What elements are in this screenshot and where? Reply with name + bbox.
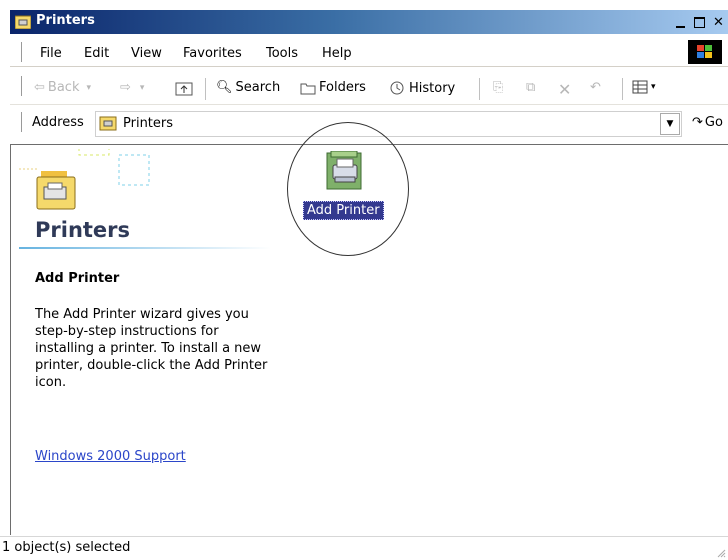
panel-divider [19,247,271,249]
forward-arrow-icon: ⇨ [120,80,131,95]
undo-icon: ↶ [590,80,601,95]
search-icon: 🔍︎ [216,80,233,95]
printers-folder-icon [99,116,117,131]
menu-file[interactable]: File [40,46,62,61]
go-button[interactable]: ↷ Go [692,115,723,130]
folders-label: Folders [319,80,366,95]
undo-button[interactable]: ↶ [590,80,601,95]
title-bar[interactable]: Printers ✕ [10,10,728,34]
printers-folder-icon [19,149,150,210]
address-input[interactable]: Printers ▼ [95,111,682,137]
address-label: Address [32,115,84,130]
resize-grip-icon[interactable] [716,548,726,558]
toolbar-separator [479,78,481,100]
add-printer-label[interactable]: Add Printer [303,201,384,220]
printers-folder-icon [15,15,31,29]
windows-logo [688,40,722,64]
forward-button[interactable]: ⇨ ▾ [120,80,144,95]
move-to-icon: ⎘ [493,80,504,95]
folders-button[interactable]: Folders [300,80,366,95]
up-button[interactable] [175,80,193,96]
search-button[interactable]: 🔍︎ Search [216,80,280,95]
explorer-window: Printers ✕ File Edit View Favorites Tool… [0,0,728,560]
back-label: Back [47,80,80,95]
delete-button[interactable]: ✕ [558,80,571,99]
close-button[interactable]: ✕ [709,12,728,32]
menu-bar: File Edit View Favorites Tools Help [10,38,728,67]
history-label: History [409,80,456,96]
history-icon [390,81,404,95]
menu-view[interactable]: View [131,46,162,61]
windows-flag-icon [697,45,712,58]
minimize-icon [676,17,685,28]
menu-tools[interactable]: Tools [266,46,298,61]
forward-dropdown-icon: ▾ [139,82,145,93]
copy-to-icon: ⧉ [526,80,536,95]
address-grip[interactable] [18,112,22,132]
maximize-button[interactable] [690,12,709,32]
back-dropdown-icon: ▾ [86,82,91,93]
back-arrow-icon: ⇦ [34,80,45,95]
status-text: 1 object(s) selected [2,540,131,555]
chevron-down-icon: ▼ [666,119,674,129]
search-label: Search [235,80,281,95]
address-value: Printers [123,116,174,131]
views-icon [632,80,648,94]
views-dropdown-icon: ▾ [651,82,656,92]
go-arrow-icon: ↷ [692,115,703,130]
copy-to-button[interactable]: ⧉ [526,80,535,95]
selected-item-description: The Add Printer wizard gives you step-by… [35,307,268,390]
windows-support-link[interactable]: Windows 2000 Support [35,449,186,464]
toolbar-separator [205,78,207,100]
selected-item-heading: Add Printer [35,271,120,286]
status-bar: 1 object(s) selected [0,536,728,560]
address-dropdown-button[interactable]: ▼ [660,113,680,135]
history-button[interactable]: History [388,80,455,96]
back-button[interactable]: ⇦ Back ▾ [34,80,91,95]
toolbar-grip[interactable] [18,76,22,96]
window-title: Printers [36,13,95,28]
folder-up-icon [175,82,193,96]
menu-edit[interactable]: Edit [84,46,109,61]
toolbar-separator [622,78,624,100]
menu-help[interactable]: Help [322,46,352,61]
folders-icon [300,83,316,94]
add-printer-icon[interactable] [325,151,365,193]
views-button[interactable]: ▾ [632,80,656,94]
menu-favorites[interactable]: Favorites [183,46,242,61]
maximize-icon [694,16,705,28]
panel-title: Printers [35,218,131,242]
menu-grip[interactable] [18,42,22,62]
close-icon: ✕ [713,14,724,30]
minimize-button[interactable] [671,12,690,32]
address-bar: Address Printers ▼ ↷ Go [10,108,728,140]
standard-toolbar: ⇦ Back ▾ ⇨ ▾ 🔍︎ Search Folders History ⎘… [10,72,728,105]
move-to-button[interactable]: ⎘ [493,80,503,95]
go-label: Go [704,115,723,130]
caption-buttons: ✕ [671,12,728,32]
delete-icon: ✕ [558,80,572,99]
content-area: Printers Add Printer The Add Printer wiz… [10,122,728,535]
